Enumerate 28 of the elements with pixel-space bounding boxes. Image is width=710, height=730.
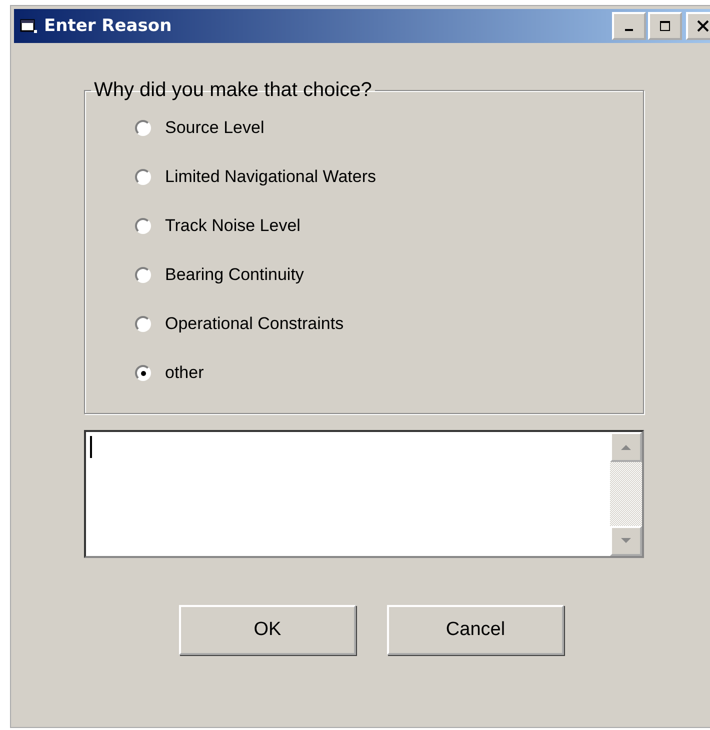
radio-button[interactable]: [135, 267, 151, 283]
radio-option[interactable]: Operational Constraints: [135, 312, 643, 336]
radio-option[interactable]: Limited Navigational Waters: [135, 165, 643, 189]
scroll-up-button[interactable]: [610, 432, 642, 462]
maximize-button[interactable]: [648, 12, 682, 40]
ok-button[interactable]: OK: [179, 605, 356, 655]
radio-option[interactable]: other: [135, 361, 643, 385]
radio-option[interactable]: Bearing Continuity: [135, 263, 643, 287]
radio-button[interactable]: [135, 316, 151, 332]
close-icon: [697, 20, 709, 32]
cancel-button[interactable]: Cancel: [387, 605, 564, 655]
radio-button[interactable]: [135, 365, 151, 381]
radio-button[interactable]: [135, 120, 151, 136]
radio-button[interactable]: [135, 169, 151, 185]
close-button[interactable]: [686, 12, 710, 40]
vertical-scrollbar[interactable]: [610, 432, 642, 556]
window-icon: [20, 18, 38, 34]
down-arrow-icon: [620, 537, 632, 545]
up-arrow-icon: [620, 443, 632, 451]
reason-text-area[interactable]: [84, 430, 644, 558]
window-title: Enter Reason: [44, 16, 173, 36]
radio-option[interactable]: Source Level: [135, 116, 643, 140]
maximize-icon: [659, 20, 671, 32]
scroll-down-button[interactable]: [610, 526, 642, 556]
radio-option[interactable]: Track Noise Level: [135, 214, 643, 238]
radio-button[interactable]: [135, 218, 151, 234]
minimize-icon: [625, 29, 633, 31]
group-label: Why did you make that choice?: [93, 79, 373, 102]
